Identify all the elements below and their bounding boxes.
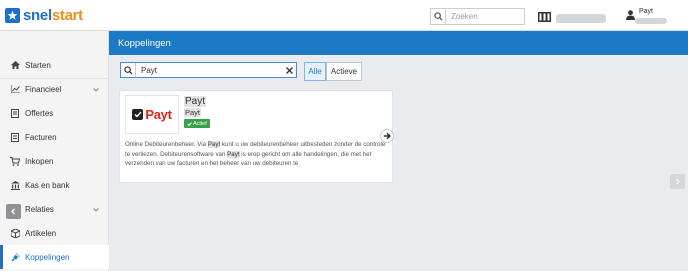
sidebar-item-koppelingen[interactable]: Koppelingen: [0, 245, 109, 269]
page-header: Koppelingen: [109, 31, 688, 55]
sidebar-item-offertes[interactable]: Offertes: [0, 101, 109, 125]
sidebar-item-starten[interactable]: Starten: [0, 53, 109, 77]
administration-switcher[interactable]: [538, 9, 606, 27]
sidebar-item-label: Artikelen: [25, 228, 57, 238]
logo-star-icon: [5, 7, 20, 23]
building-icon: [538, 9, 551, 27]
integration-search-input[interactable]: Payt: [120, 62, 297, 78]
bank-icon: [10, 180, 20, 190]
arrow-right-icon: [383, 132, 391, 140]
sidebar-item-label: Inkopen: [25, 156, 54, 166]
invoice-icon: [10, 132, 20, 142]
payt-logo: Payt: [125, 95, 179, 134]
sidebar: Starten Financieel Offertes Facturen Ink…: [0, 31, 109, 271]
checkbox-check-icon: [132, 109, 144, 120]
sidebar-item-label: Financieel: [25, 84, 62, 94]
global-search-input[interactable]: Zoeken: [430, 8, 525, 25]
quote-icon: [10, 108, 20, 118]
chevron-left-icon: [11, 208, 15, 215]
snelstart-logo[interactable]: snelstart: [5, 6, 83, 24]
integration-vendor: Payt: [184, 108, 202, 117]
user-menu[interactable]: Payt: [626, 7, 667, 25]
sidebar-item-label: Koppelingen: [25, 252, 70, 262]
sidebar-item-kas-en-bank[interactable]: Kas en bank: [0, 173, 109, 197]
chevron-down-icon: [93, 85, 99, 94]
status-badge: Actief: [184, 119, 210, 128]
search-value: Payt: [141, 65, 158, 75]
sidebar-item-label: Offertes: [25, 108, 54, 118]
page-title: Koppelingen: [118, 38, 171, 49]
search-icon: [431, 9, 446, 24]
open-integration-button[interactable]: [380, 129, 394, 143]
integration-title: Payt: [184, 96, 207, 107]
box-icon: [10, 228, 20, 238]
chevron-down-icon: [93, 205, 99, 214]
sidebar-item-label: Kas en bank: [25, 180, 70, 190]
clear-icon[interactable]: [282, 63, 296, 77]
cart-icon: [10, 156, 20, 166]
administration-name-redacted: [556, 13, 606, 23]
user-email-redacted: [635, 18, 667, 24]
status-badge-label: Actief: [193, 120, 207, 127]
chevron-right-icon: [675, 178, 680, 185]
top-bar: snelstart Zoeken Payt: [0, 0, 688, 31]
sidebar-collapse-button[interactable]: [6, 204, 21, 219]
sidebar-item-financieel[interactable]: Financieel: [0, 77, 109, 101]
logo-text: snelstart: [23, 6, 83, 24]
chart-line-icon: [10, 84, 20, 94]
search-icon: [121, 63, 136, 77]
integration-card[interactable]: Payt Payt Payt Actief Online Debiteurenb…: [119, 90, 393, 183]
sidebar-item-artikelen[interactable]: Artikelen: [0, 221, 109, 245]
sidebar-item-label: Relaties: [25, 204, 54, 214]
plug-icon: [10, 252, 20, 262]
sidebar-item-facturen[interactable]: Facturen: [0, 125, 109, 149]
integration-description: Online Debiteurenbeheer. Via Payt kunt u…: [125, 141, 386, 167]
filter-all-button[interactable]: Alle: [304, 62, 326, 81]
sidebar-item-label: Starten: [25, 60, 51, 70]
search-placeholder: Zoeken: [451, 12, 478, 21]
payt-logo-text: Payt: [145, 107, 172, 122]
check-icon: [187, 121, 192, 126]
user-name: Payt: [639, 8, 654, 15]
home-icon: [10, 60, 20, 70]
filter-active-button[interactable]: Actieve: [326, 62, 362, 81]
sidebar-item-label: Facturen: [25, 132, 57, 142]
panel-expand-button[interactable]: [670, 174, 685, 189]
user-icon: [626, 7, 635, 25]
sidebar-item-inkopen[interactable]: Inkopen: [0, 149, 109, 173]
